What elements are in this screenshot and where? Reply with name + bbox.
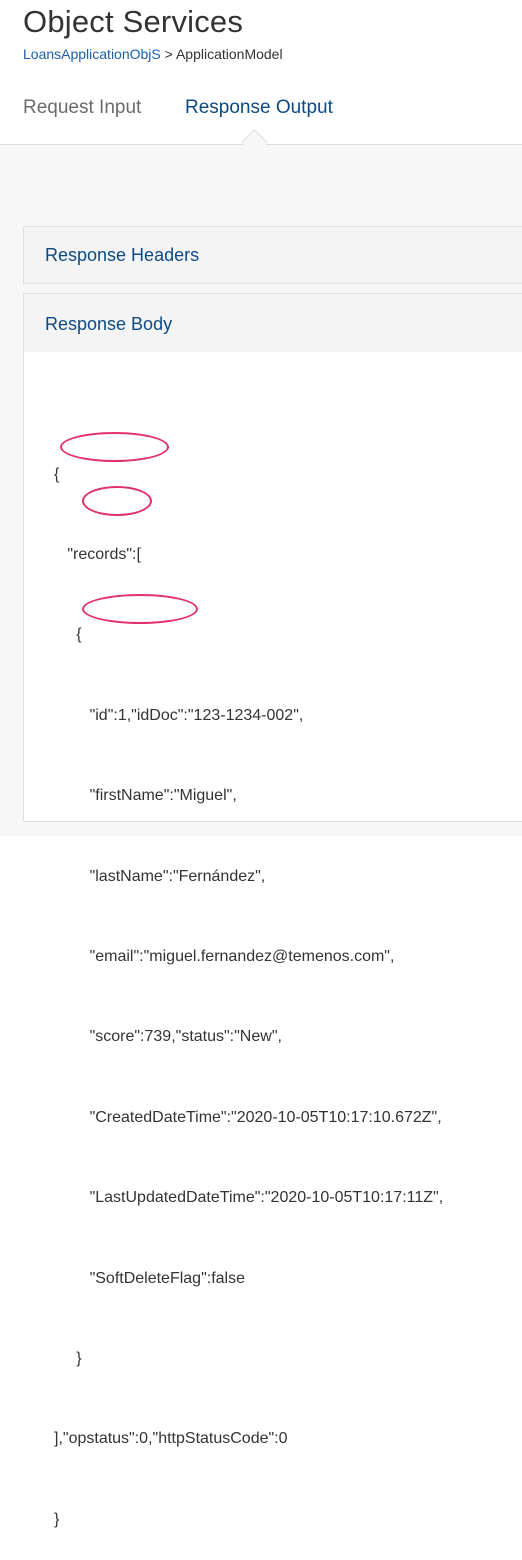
breadcrumb: LoansApplicationObjS > ApplicationModel	[23, 46, 283, 62]
tab-response-output[interactable]: Response Output	[185, 97, 333, 119]
breadcrumb-separator: >	[160, 46, 176, 62]
json-line: "LastUpdatedDateTime":"2020-10-05T10:17:…	[54, 1189, 444, 1207]
response-headers-section[interactable]: Response Headers	[23, 226, 522, 284]
json-line: "email":"miguel.fernandez@temenos.com",	[54, 947, 395, 965]
json-line: "lastName":"Fernández",	[54, 867, 266, 885]
json-line: "records":[	[54, 545, 141, 563]
json-line: "SoftDeleteFlag":false	[54, 1269, 245, 1287]
page-title: Object Services	[23, 4, 244, 39]
breadcrumb-current: ApplicationModel	[175, 46, 283, 62]
response-body-json: { "records":[ { "id":1,"idDoc":"123-1234…	[54, 408, 443, 1560]
response-body-label: Response Body	[45, 314, 173, 334]
json-line: {	[54, 465, 60, 483]
json-line: }	[54, 1510, 60, 1528]
json-line: {	[54, 626, 82, 644]
json-line: "score":739,"status":"New",	[54, 1028, 282, 1046]
json-line: }	[54, 1349, 82, 1367]
response-headers-label: Response Headers	[45, 245, 200, 265]
breadcrumb-link[interactable]: LoansApplicationObjS	[23, 46, 161, 62]
json-line: "id":1,"idDoc":"123-1234-002",	[54, 706, 304, 724]
json-line: "firstName":"Miguel",	[54, 787, 237, 805]
tab-request-input[interactable]: Request Input	[23, 97, 141, 119]
json-line: "CreatedDateTime":"2020-10-05T10:17:10.6…	[54, 1108, 442, 1126]
response-body-section[interactable]: Response Body	[23, 293, 522, 353]
json-line: ],"opstatus":0,"httpStatusCode":0	[54, 1430, 288, 1448]
